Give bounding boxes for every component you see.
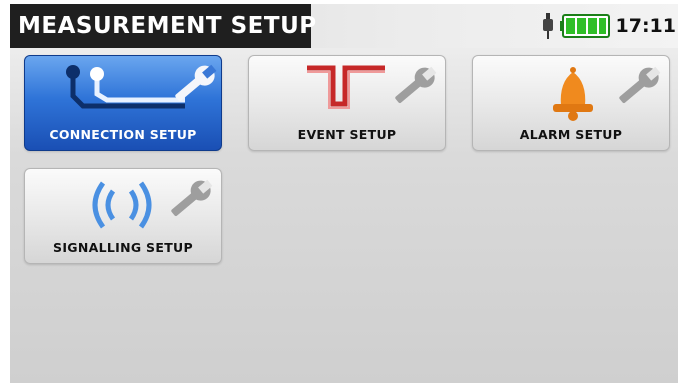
wrench-icon (175, 64, 217, 101)
wrench-icon (619, 66, 661, 103)
event-setup-button[interactable]: EVENT SETUP (248, 55, 446, 151)
event-setup-label: EVENT SETUP (297, 127, 397, 142)
status-area: 17:11 (542, 4, 678, 48)
clock: 17:11 (615, 15, 676, 37)
battery-icon (559, 14, 610, 38)
header-bar: MEASUREMENT SETUP 17:11 (10, 4, 678, 48)
screen: MEASUREMENT SETUP 17:11 CONNECTION SETUP… (10, 4, 678, 383)
connection-setup-button[interactable]: CONNECTION SETUP (24, 55, 222, 151)
connection-setup-label: CONNECTION SETUP (49, 127, 197, 142)
wrench-icon (395, 66, 437, 103)
signalling-setup-label: SIGNALLING SETUP (53, 240, 193, 255)
plug-icon (542, 13, 553, 39)
wrench-icon (171, 179, 213, 216)
alarm-setup-label: ALARM SETUP (519, 127, 623, 142)
alarm-setup-button[interactable]: ALARM SETUP (472, 55, 670, 151)
signalling-setup-button[interactable]: SIGNALLING SETUP (24, 168, 222, 264)
page-title: MEASUREMENT SETUP (10, 4, 316, 48)
